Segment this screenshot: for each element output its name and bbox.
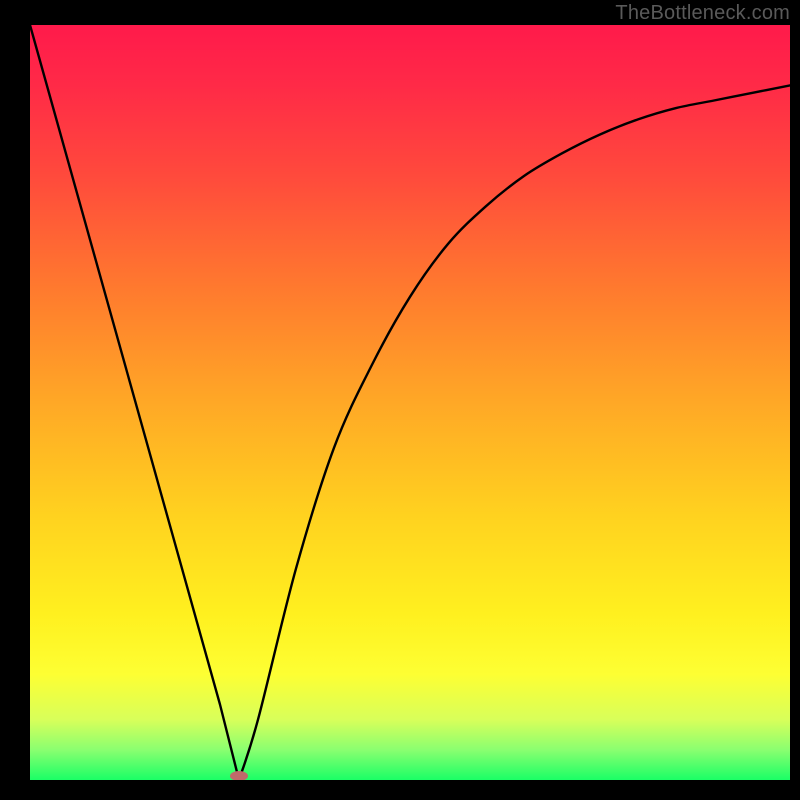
chart-frame: TheBottleneck.com <box>0 0 800 800</box>
bottleneck-chart <box>30 25 790 780</box>
gradient-background <box>30 25 790 780</box>
plot-area <box>30 25 790 780</box>
watermark-text: TheBottleneck.com <box>615 2 790 25</box>
